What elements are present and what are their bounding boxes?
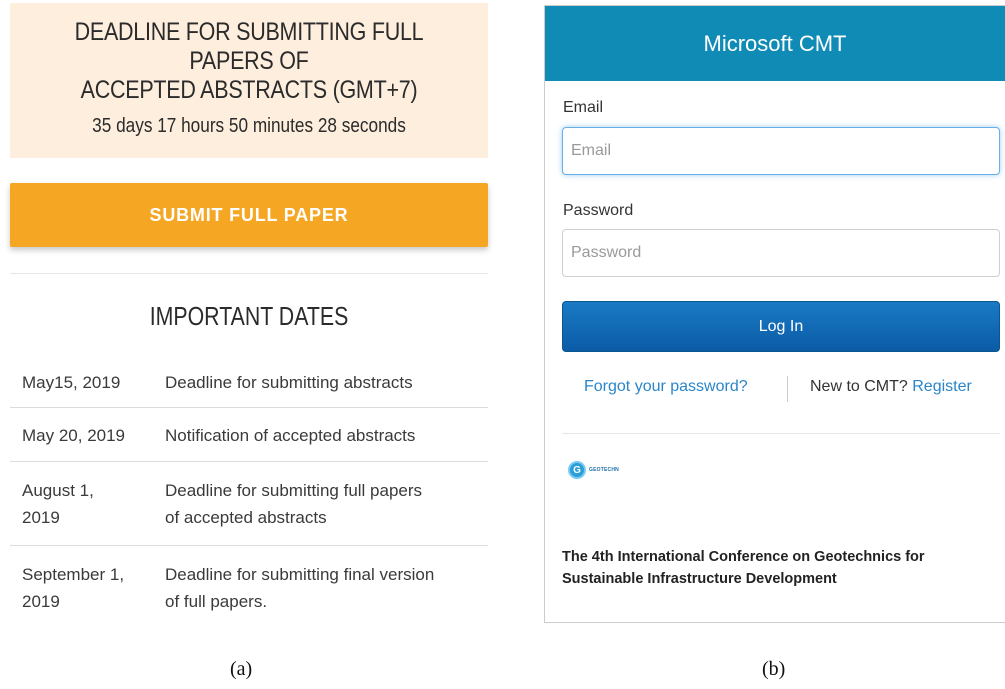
date-cell: September 1, 2019 <box>22 561 152 615</box>
table-row: May 20, 2019 Notification of accepted ab… <box>10 408 488 462</box>
important-dates-heading: IMPORTANT DATES <box>149 301 349 331</box>
logo-text: GEOTECHN <box>589 467 619 473</box>
conference-logo: G GEOTECHN <box>568 461 619 479</box>
event-cell: Deadline for submitting full papers of a… <box>165 477 480 531</box>
conference-title: The 4th International Conference on Geot… <box>562 546 1000 590</box>
event-cell: Notification of accepted abstracts <box>165 426 416 445</box>
geotechnics-logo-icon: G <box>568 461 586 479</box>
new-to-cmt-label: New to CMT? <box>810 378 908 395</box>
deadline-banner: DEADLINE FOR SUBMITTING FULL PAPERS OF A… <box>10 3 488 158</box>
event-cell: Deadline for submitting abstracts <box>165 373 413 392</box>
forgot-password-link[interactable]: Forgot your password? <box>584 378 748 396</box>
email-label: Email <box>563 99 604 116</box>
register-link[interactable]: Register <box>912 378 972 395</box>
countdown-timer: 35 days 17 hours 50 minutes 28 seconds <box>92 115 406 137</box>
event-line: Deadline for submitting full papers <box>165 481 423 500</box>
date-line: 2019 <box>22 508 60 527</box>
date-line: August 1, <box>22 481 94 500</box>
link-separator <box>787 376 788 402</box>
divider <box>10 273 488 274</box>
email-field[interactable] <box>562 127 1000 175</box>
date-cell: May15, 2019 <box>22 373 121 392</box>
caption-a: (a) <box>230 658 253 680</box>
divider <box>562 433 1000 434</box>
cmt-login-panel: Microsoft CMT Email Password Log In Forg… <box>544 5 1005 623</box>
event-line: of accepted abstracts <box>165 508 327 527</box>
logo-word: GEOTECHN <box>589 467 619 473</box>
password-field[interactable] <box>562 229 1000 277</box>
deadline-title: DEADLINE FOR SUBMITTING FULL PAPERS OF A… <box>43 18 454 105</box>
date-cell: May 20, 2019 <box>22 426 126 445</box>
cmt-header-title: Microsoft CMT <box>545 6 1005 81</box>
event-line: Deadline for submitting final version <box>165 565 435 584</box>
event-cell: Deadline for submitting final version of… <box>165 561 480 615</box>
deadline-title-line2: ACCEPTED ABSTRACTS (GMT+7) <box>80 76 418 104</box>
date-line: September 1, <box>22 565 125 584</box>
new-to-cmt-text: New to CMT? Register <box>810 378 972 396</box>
table-row: August 1, 2019 Deadline for submitting f… <box>10 462 488 546</box>
deadline-title-line1: DEADLINE FOR SUBMITTING FULL PAPERS OF <box>74 18 424 75</box>
date-line: 2019 <box>22 592 60 611</box>
event-line: of full papers. <box>165 592 268 611</box>
conference-title-line1: The 4th International Conference on Geot… <box>562 549 925 565</box>
submit-full-paper-button[interactable]: SUBMIT FULL PAPER <box>10 183 488 247</box>
conference-title-line2: Sustainable Infrastructure Development <box>562 571 837 587</box>
important-dates-table: May15, 2019 Deadline for submitting abst… <box>10 355 488 630</box>
date-cell: August 1, 2019 <box>22 477 152 531</box>
table-row: September 1, 2019 Deadline for submittin… <box>10 546 488 630</box>
login-button[interactable]: Log In <box>562 301 1000 352</box>
table-row: May15, 2019 Deadline for submitting abst… <box>10 355 488 408</box>
password-label: Password <box>563 202 634 219</box>
caption-b: (b) <box>762 658 786 680</box>
